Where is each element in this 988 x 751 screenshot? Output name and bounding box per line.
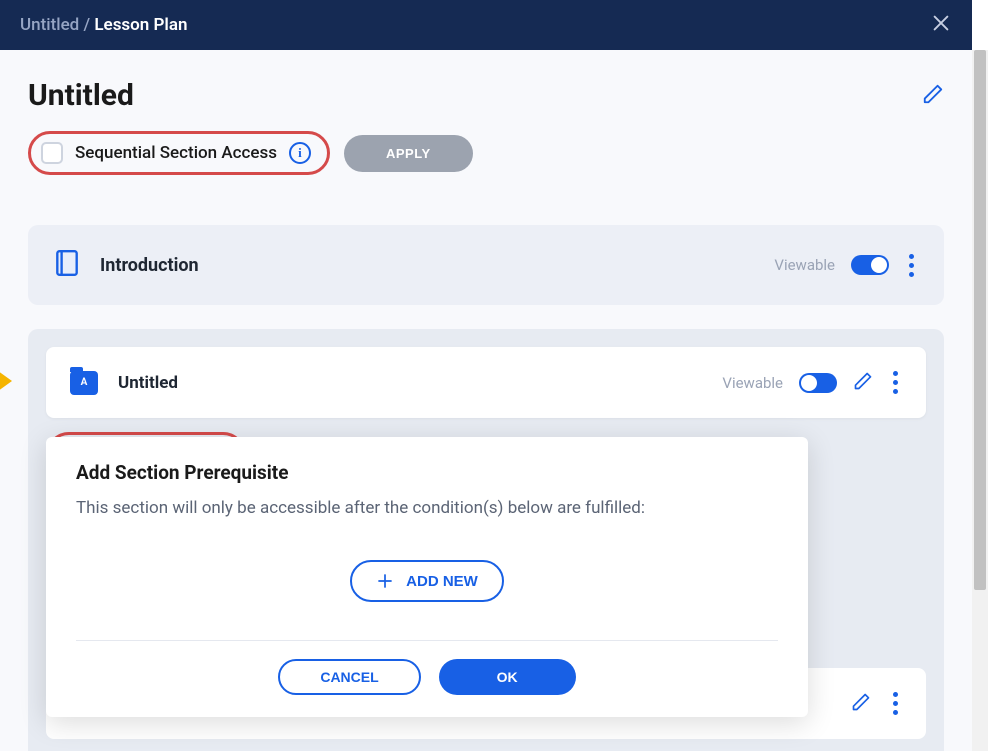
viewable-toggle[interactable] <box>799 373 837 393</box>
edit-section-button[interactable] <box>851 692 871 716</box>
breadcrumb: Untitled / Lesson Plan <box>20 15 187 35</box>
scrollbar-thumb[interactable] <box>974 50 986 590</box>
breadcrumb-separator: / <box>79 15 94 35</box>
add-prerequisite-popover: Add Section Prerequisite This section wi… <box>46 437 808 717</box>
current-indicator-icon <box>0 371 12 391</box>
section-title: Introduction <box>100 255 199 276</box>
header-bar: Untitled / Lesson Plan <box>0 0 972 50</box>
viewable-label: Viewable <box>774 256 835 274</box>
info-icon[interactable]: i <box>289 142 311 164</box>
close-icon[interactable] <box>930 12 952 38</box>
popover-title: Add Section Prerequisite <box>76 461 778 484</box>
folder-icon: A <box>70 371 98 395</box>
sequential-access-label: Sequential Section Access <box>75 143 277 163</box>
section-introduction[interactable]: Introduction Viewable <box>28 225 944 305</box>
section-untitled[interactable]: A Untitled Viewable <box>46 347 926 418</box>
breadcrumb-parent[interactable]: Untitled <box>20 15 79 35</box>
popover-description: This section will only be accessible aft… <box>76 498 778 518</box>
add-new-label: ADD NEW <box>406 573 478 590</box>
section-title: Untitled <box>118 373 178 393</box>
breadcrumb-current: Lesson Plan <box>94 15 187 35</box>
vertical-scrollbar[interactable] <box>972 50 988 751</box>
viewable-toggle[interactable] <box>851 255 889 275</box>
viewable-label: Viewable <box>722 374 783 392</box>
kebab-menu-icon[interactable] <box>889 688 902 719</box>
edit-title-button[interactable] <box>922 83 944 109</box>
sequential-access-highlight: Sequential Section Access i <box>28 131 330 175</box>
kebab-menu-icon[interactable] <box>905 250 918 281</box>
ok-button[interactable]: OK <box>439 659 576 695</box>
apply-button[interactable]: APPLY <box>344 135 473 172</box>
page-title: Untitled <box>28 78 134 113</box>
cancel-button[interactable]: CANCEL <box>278 659 420 695</box>
add-new-button[interactable]: ADD NEW <box>350 560 504 602</box>
edit-section-button[interactable] <box>853 371 873 395</box>
book-icon <box>54 249 80 281</box>
kebab-menu-icon[interactable] <box>889 367 902 398</box>
sequential-access-checkbox[interactable] <box>41 142 63 164</box>
